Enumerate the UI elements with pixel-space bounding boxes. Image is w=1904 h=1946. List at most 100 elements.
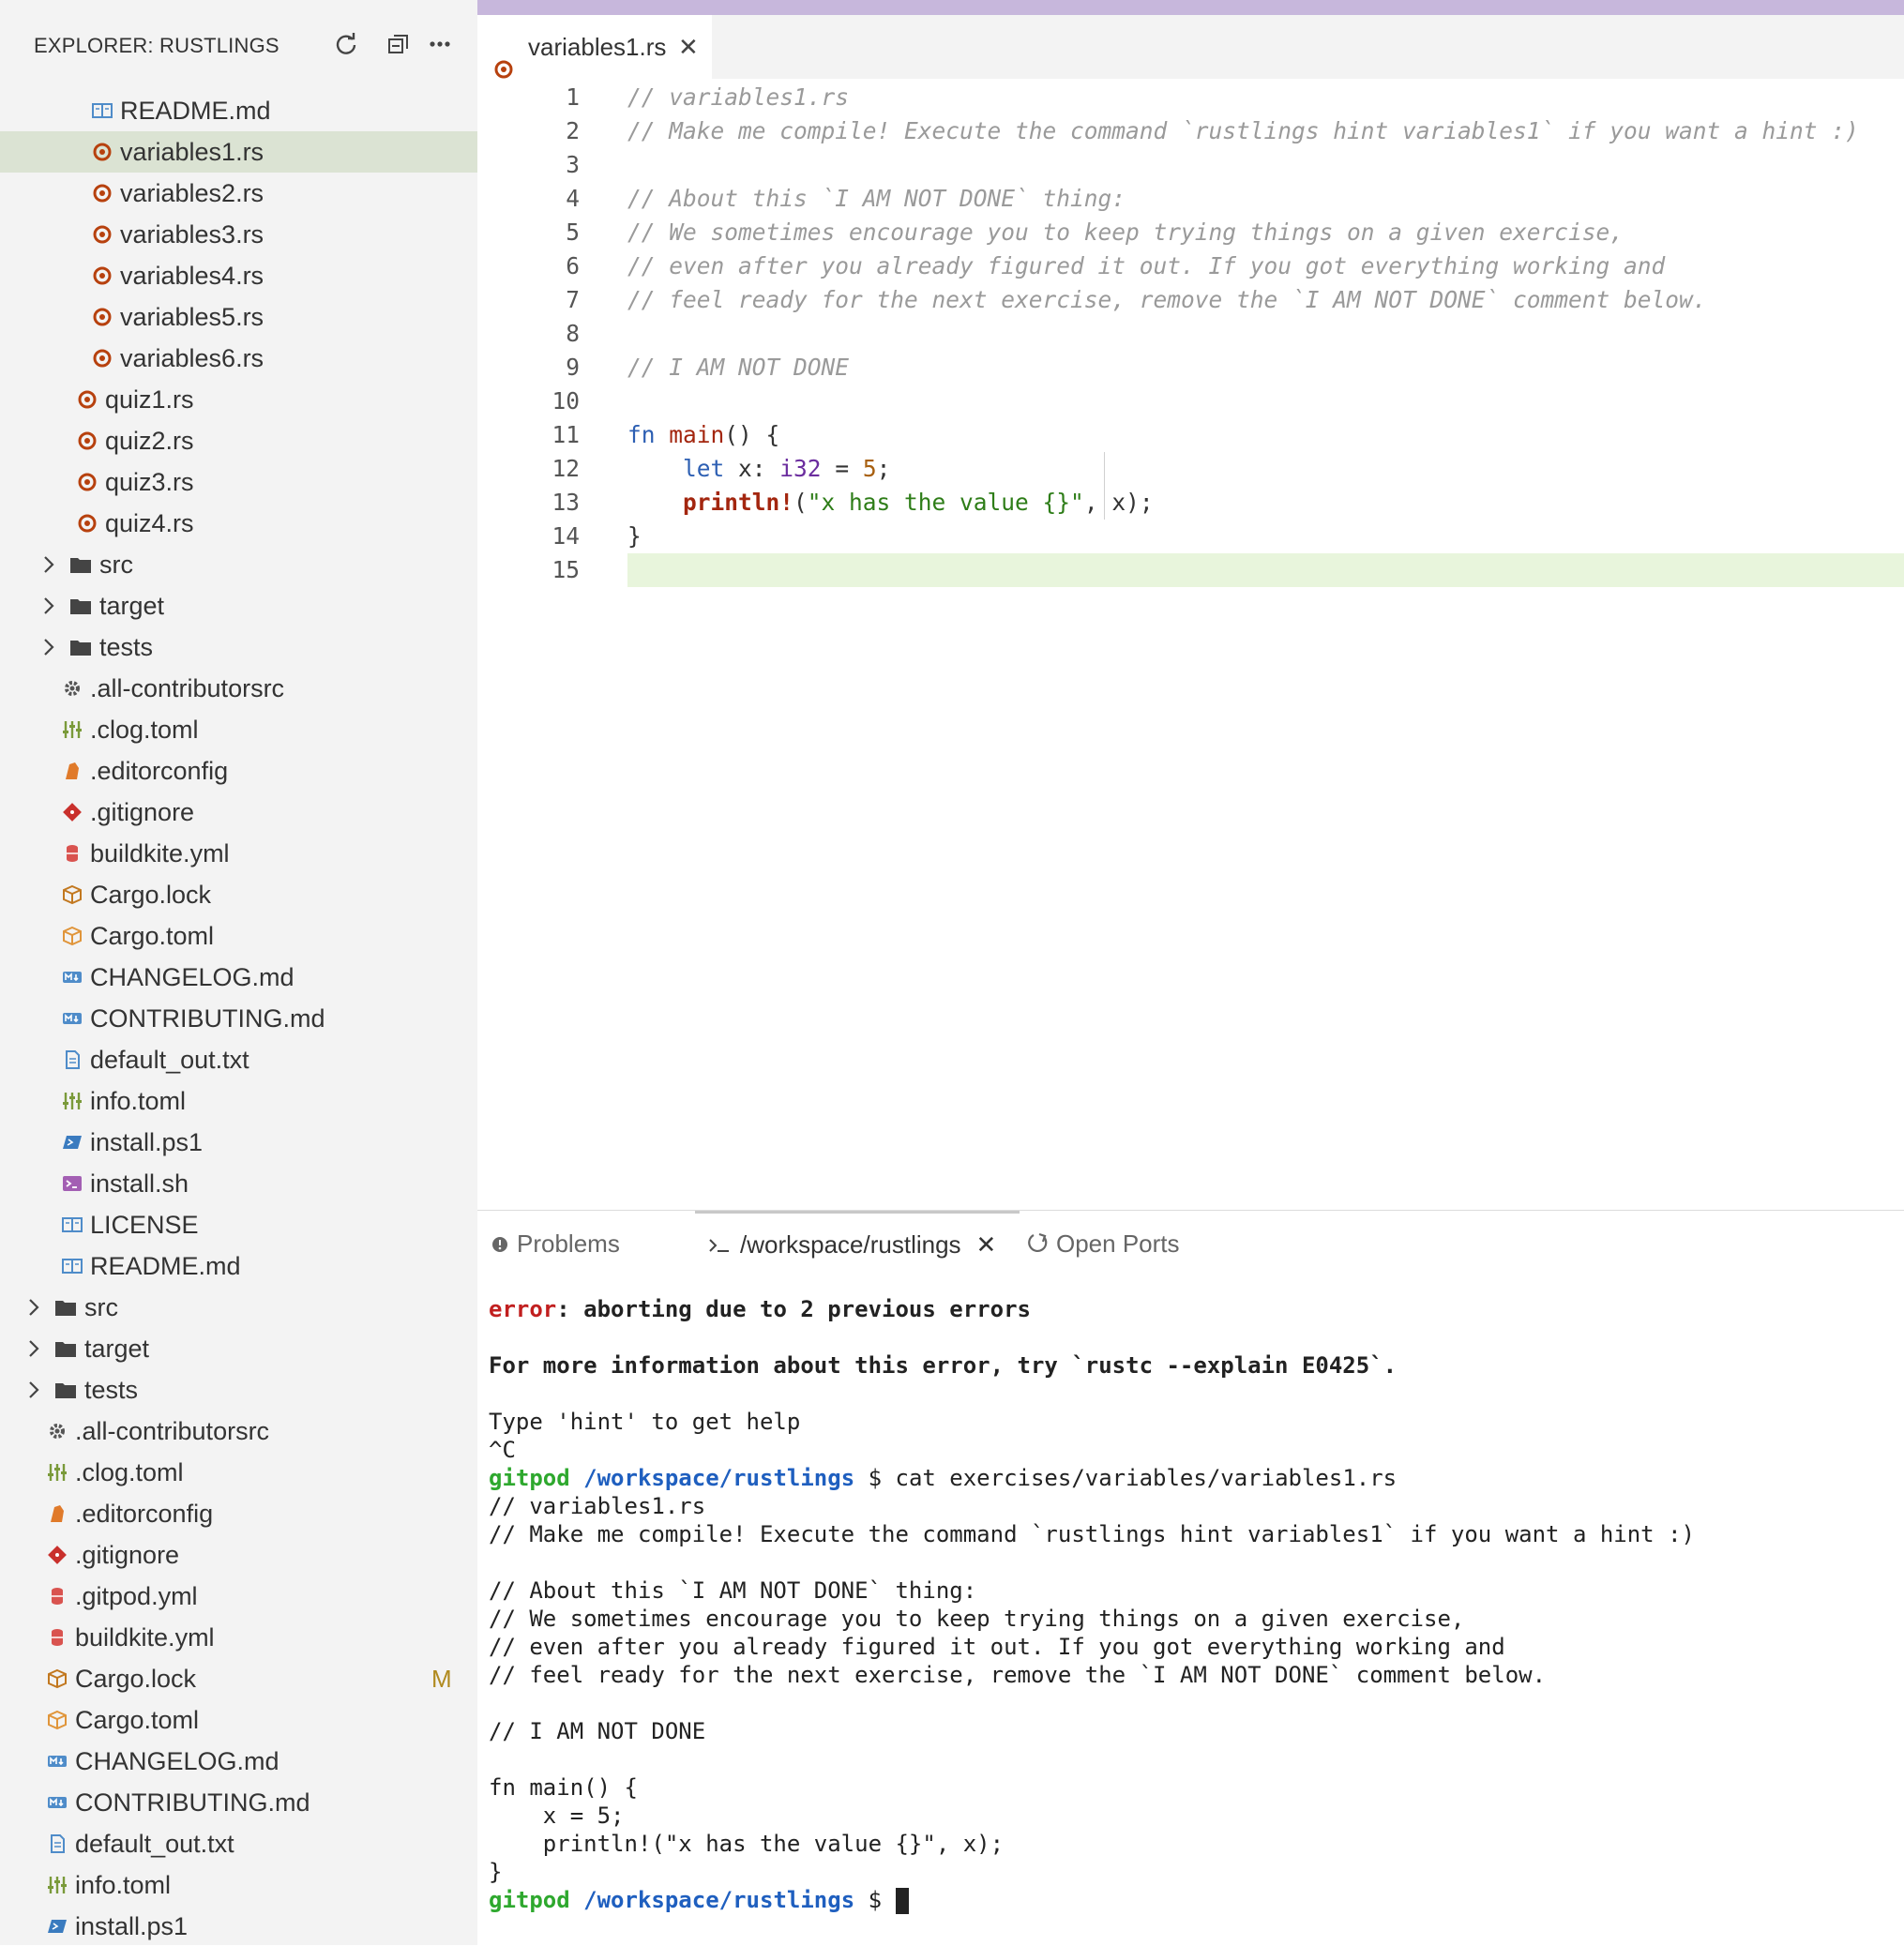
tree-file[interactable]: quiz1.rs <box>0 379 477 420</box>
terminal-text: } <box>489 1859 503 1885</box>
chevron-right-icon[interactable] <box>24 1287 43 1328</box>
tree-file[interactable]: .all-contributorsrc <box>0 668 477 709</box>
tree-file[interactable]: LICENSE <box>0 1204 477 1245</box>
toml-icon <box>47 1462 68 1483</box>
code-token: let <box>683 455 725 482</box>
tree-file[interactable]: buildkite.yml <box>0 1617 477 1658</box>
panel-tab[interactable]: Open Ports <box>1026 1211 1180 1276</box>
terminal-line: gitpod /workspace/rustlings $ <box>489 1886 1896 1914</box>
terminal-text: $ <box>854 1887 896 1913</box>
tree-item-label: variables1.rs <box>120 138 264 166</box>
terminal-text: error <box>489 1296 557 1322</box>
tree-file[interactable]: quiz4.rs <box>0 503 477 544</box>
code-token: x: <box>724 455 780 482</box>
tree-file[interactable]: install.ps1 <box>0 1906 477 1945</box>
code-token: // About this `I AM NOT DONE` thing: <box>627 185 1126 212</box>
tree-file[interactable]: info.toml <box>0 1080 477 1122</box>
terminal-line: // feel ready for the next exercise, rem… <box>489 1661 1896 1689</box>
code-line: 6 // even after you already figured it ou… <box>477 249 1904 283</box>
chevron-right-icon[interactable] <box>39 544 58 585</box>
tree-folder[interactable]: src <box>0 544 477 585</box>
chevron-right-icon[interactable] <box>24 1369 43 1410</box>
tree-item-label: default_out.txt <box>75 1830 234 1858</box>
terminal-cursor <box>895 1888 909 1914</box>
tree-file[interactable]: Cargo.lock <box>0 874 477 915</box>
tree-file[interactable]: .gitpod.yml <box>0 1576 477 1617</box>
tree-file[interactable]: README.md <box>0 90 477 131</box>
code-text: let x: i32 = 5; <box>627 452 890 486</box>
close-icon[interactable]: ✕ <box>678 15 699 79</box>
code-line: 12 let x: i32 = 5; <box>477 452 1904 486</box>
tree-folder[interactable]: target <box>0 585 477 626</box>
tree-folder[interactable]: target <box>0 1328 477 1369</box>
tree-file[interactable]: .clog.toml <box>0 709 477 750</box>
tree-file[interactable]: .all-contributorsrc <box>0 1410 477 1452</box>
tree-folder[interactable]: tests <box>0 626 477 668</box>
tree-file[interactable]: default_out.txt <box>0 1039 477 1080</box>
panel-tab[interactable]: /workspace/rustlings ✕ <box>695 1211 1020 1276</box>
tree-file[interactable]: CHANGELOG.md <box>0 957 477 998</box>
code-line: 7 // feel ready for the next exercise, re… <box>477 283 1904 317</box>
tree-file[interactable]: .gitignore <box>0 1534 477 1576</box>
tree-file[interactable]: variables5.rs <box>0 296 477 338</box>
explorer-sidebar: EXPLORER: RUSTLINGS README.md variables1.… <box>0 0 477 1945</box>
collapse-all-icon[interactable] <box>383 28 415 60</box>
tree-item-label: Cargo.lock <box>90 881 212 909</box>
line-number: 12 <box>552 455 580 482</box>
close-icon[interactable]: ✕ <box>976 1230 997 1259</box>
code-token: } <box>627 522 642 550</box>
tree-file[interactable]: default_out.txt <box>0 1823 477 1864</box>
terminal-text: // feel ready for the next exercise, rem… <box>489 1662 1547 1688</box>
tree-file[interactable]: quiz3.rs <box>0 461 477 503</box>
tree-file[interactable]: install.ps1 <box>0 1122 477 1163</box>
tree-file[interactable]: variables1.rs <box>0 131 477 173</box>
tree-file[interactable]: install.sh <box>0 1163 477 1204</box>
tree-file[interactable]: CHANGELOG.md <box>0 1741 477 1782</box>
tree-file[interactable]: variables3.rs <box>0 214 477 255</box>
terminal-text: $ cat exercises/variables/variables1.rs <box>854 1465 1398 1491</box>
tree-file[interactable]: .clog.toml <box>0 1452 477 1493</box>
terminal-output[interactable]: error: aborting due to 2 previous errors… <box>489 1295 1896 1914</box>
tree-file[interactable]: buildkite.yml <box>0 833 477 874</box>
more-actions-icon[interactable] <box>424 28 456 60</box>
tree-file[interactable]: variables4.rs <box>0 255 477 296</box>
editorconfig-icon <box>47 1503 68 1524</box>
code-token: , x); <box>1083 489 1154 516</box>
gear-icon <box>62 678 83 699</box>
rust-file-icon <box>92 348 113 369</box>
chevron-right-icon[interactable] <box>24 1328 43 1369</box>
tree-file[interactable]: Cargo.toml <box>0 915 477 957</box>
panel-tab[interactable]: Problems <box>491 1211 620 1276</box>
code-line: 9 // I AM NOT DONE <box>477 351 1904 385</box>
code-line: 13 println!("x has the value {}", x); <box>477 486 1904 520</box>
tree-file[interactable]: .editorconfig <box>0 750 477 792</box>
gear-icon <box>47 1421 68 1441</box>
tree-file[interactable]: .editorconfig <box>0 1493 477 1534</box>
tree-file[interactable]: Cargo.lock M <box>0 1658 477 1699</box>
tree-file[interactable]: .gitignore <box>0 792 477 833</box>
terminal-text: /workspace/rustlings <box>583 1887 855 1913</box>
chevron-right-icon[interactable] <box>39 585 58 626</box>
tree-item-label: install.ps1 <box>75 1912 189 1940</box>
tree-file[interactable]: variables2.rs <box>0 173 477 214</box>
code-text: // I AM NOT DONE <box>627 351 849 385</box>
tree-file[interactable]: quiz2.rs <box>0 420 477 461</box>
tree-file[interactable]: Cargo.toml <box>0 1699 477 1741</box>
tree-item-label: install.sh <box>90 1169 189 1198</box>
rust-file-icon <box>494 38 513 79</box>
refresh-icon[interactable] <box>330 28 362 60</box>
tree-file[interactable]: info.toml <box>0 1864 477 1906</box>
chevron-right-icon[interactable] <box>39 626 58 668</box>
tree-folder[interactable]: tests <box>0 1369 477 1410</box>
terminal-line: println!("x has the value {}", x); <box>489 1830 1896 1858</box>
tree-file[interactable]: variables6.rs <box>0 338 477 379</box>
tree-file[interactable]: CONTRIBUTING.md <box>0 1782 477 1823</box>
terminal-line: error: aborting due to 2 previous errors <box>489 1295 1896 1323</box>
code-editor[interactable]: 1 // variables1.rs 2 // Make me compile! Ex… <box>477 79 1904 1210</box>
toml-icon <box>47 1875 68 1895</box>
tree-file[interactable]: README.md <box>0 1245 477 1287</box>
tree-item-label: quiz4.rs <box>105 509 194 537</box>
tree-file[interactable]: CONTRIBUTING.md <box>0 998 477 1039</box>
tree-folder[interactable]: src <box>0 1287 477 1328</box>
editor-tab-variables1[interactable]: variables1.rs ✕ <box>477 15 712 79</box>
